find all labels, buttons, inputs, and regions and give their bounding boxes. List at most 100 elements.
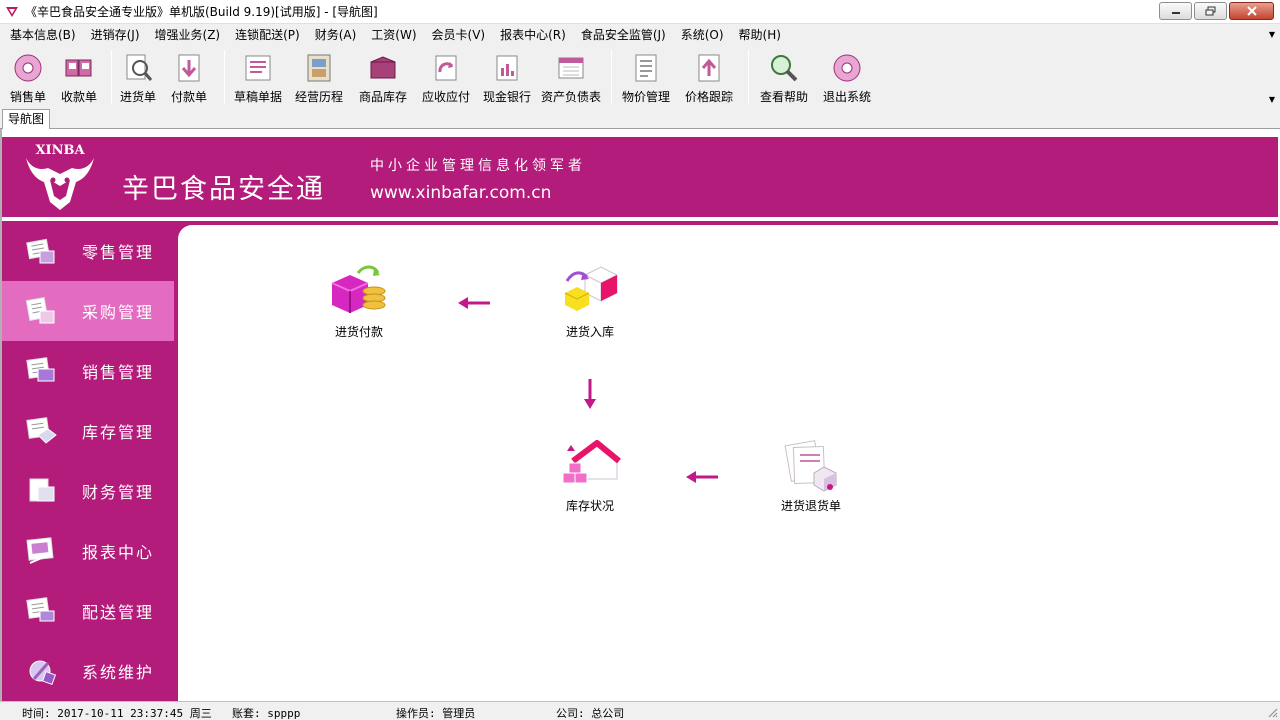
logo-text: XINBA (35, 143, 85, 158)
menu-enhanced-business[interactable]: 增强业务(Z) (149, 24, 227, 46)
sidebar-item-label: 财务管理 (82, 483, 155, 502)
sidebar-item-retail[interactable]: 零售管理 (2, 221, 174, 281)
status-account: 账套: spppp (232, 707, 301, 720)
menu-overflow-icon[interactable]: ▼ (1269, 30, 1275, 39)
retail-icon (26, 238, 55, 264)
flow-node-label: 进货付款 (334, 325, 383, 339)
disc-icon (14, 54, 42, 82)
flow-arrow-left-icon (458, 297, 490, 309)
navigation-content: XINBA 辛巴食品安全通 中小企业管理信息化领军者 www.xinbafar.… (0, 129, 1280, 701)
toolbar-price-management-button[interactable]: 物价管理 (617, 46, 675, 106)
module-sidebar: 零售管理 采购管理 销售管理 库存管理 财务管理 报表中心 配送管理 系统维护 (2, 221, 174, 701)
flow-canvas: 进货付款 进货入库 库存状况 进货退货单 (178, 225, 1278, 701)
flow-node-stock-in[interactable]: 进货入库 (545, 263, 635, 340)
purchase-icon (25, 297, 55, 324)
toolbar-price-tracking-button[interactable]: 价格跟踪 (675, 46, 743, 106)
website-url: www.xinbafar.com.cn (370, 183, 552, 203)
toolbar-stock-button[interactable]: 商品库存 (352, 46, 414, 106)
minimize-button[interactable] (1159, 2, 1192, 20)
toolbar-separator (224, 50, 225, 104)
restore-button[interactable] (1194, 2, 1227, 20)
menu-finance[interactable]: 财务(A) (309, 24, 363, 46)
toolbar-draft-button[interactable]: 草稿单据 (230, 46, 286, 106)
sidebar-item-sales[interactable]: 销售管理 (2, 341, 174, 401)
sidebar-item-label: 采购管理 (82, 303, 155, 322)
menu-salary[interactable]: 工资(W) (365, 24, 422, 46)
toolbar-label: 经营历程 (294, 90, 343, 104)
brand-name: 辛巴食品安全通 (122, 174, 325, 205)
help-magnifier-icon (771, 55, 798, 82)
bank-chart-icon (496, 55, 518, 81)
delivery-icon (26, 597, 55, 622)
toolbar-label: 查看帮助 (759, 90, 808, 104)
menu-report-center[interactable]: 报表中心(R) (494, 24, 572, 46)
status-operator: 操作员: 管理员 (396, 707, 476, 720)
menu-bar: 基本信息(B) 进销存(J) 增强业务(Z) 连锁配送(P) 财务(A) 工资(… (0, 24, 1280, 46)
menu-system[interactable]: 系统(O) (675, 24, 730, 46)
flow-node-purchase-payment[interactable]: 进货付款 (314, 263, 404, 340)
draft-doc-icon (245, 55, 271, 81)
report-icon (26, 537, 54, 564)
app-window: 《辛巴食品安全通专业版》单机版(Build 9.19)[试用版] - [导航图]… (0, 0, 1280, 720)
toolbar-label: 价格跟踪 (684, 90, 733, 104)
toolbar-label: 草稿单据 (233, 90, 282, 104)
toolbar-sales-order-button[interactable]: 销售单 (4, 46, 52, 106)
flow-panel: 进货付款 进货入库 库存状况 进货退货单 (174, 221, 1278, 701)
toolbar-business-history-button[interactable]: 经营历程 (286, 46, 352, 106)
status-company: 公司: 总公司 (556, 707, 625, 720)
sidebar-item-label: 配送管理 (82, 603, 155, 622)
menu-membership[interactable]: 会员卡(V) (426, 24, 492, 46)
toolbar-receivable-payable-button[interactable]: 应收应付 (414, 46, 478, 106)
toolbar-cash-bank-button[interactable]: 现金银行 (478, 46, 536, 106)
maintenance-icon (29, 660, 57, 686)
toolbar-separator (748, 50, 749, 104)
resize-grip-icon[interactable] (1266, 706, 1278, 718)
toolbar-separator (111, 50, 112, 104)
sidebar-item-finance[interactable]: 财务管理 (2, 461, 174, 521)
toolbar-payment-button[interactable]: 付款单 (159, 46, 219, 106)
sidebar-item-label: 系统维护 (82, 663, 155, 682)
magnifier-doc-icon (126, 54, 153, 81)
close-icon (1246, 6, 1257, 16)
sidebar-item-delivery[interactable]: 配送管理 (2, 581, 174, 641)
toolbar-receipt-button[interactable]: 收款单 (52, 46, 106, 106)
refresh-doc-icon (435, 55, 457, 81)
sidebar-item-report-center[interactable]: 报表中心 (2, 521, 174, 581)
toolbar: 销售单 收款单 进货单 付款单 草稿单据 经营历程 商品库存 应收应付 现金银行… (0, 46, 1280, 108)
sidebar-item-purchase[interactable]: 采购管理 (2, 281, 174, 341)
film-icon (307, 54, 331, 82)
toolbar-exit-button[interactable]: 退出系统 (814, 46, 880, 106)
menu-help[interactable]: 帮助(H) (733, 24, 787, 46)
flow-node-label: 库存状况 (565, 499, 614, 513)
sales-icon (26, 357, 55, 382)
close-button[interactable] (1229, 2, 1274, 20)
upload-doc-icon (698, 54, 720, 82)
toolbar-help-button[interactable]: 查看帮助 (754, 46, 814, 106)
sidebar-item-inventory[interactable]: 库存管理 (2, 401, 174, 461)
toolbar-label: 付款单 (170, 90, 207, 104)
menu-basic-info[interactable]: 基本信息(B) (4, 24, 82, 46)
title-bar: 《辛巴食品安全通专业版》单机版(Build 9.19)[试用版] - [导航图] (0, 0, 1280, 24)
download-doc-icon (178, 54, 200, 82)
toolbar-balance-sheet-button[interactable]: 资产负债表 (536, 46, 606, 106)
banner: XINBA 辛巴食品安全通 中小企业管理信息化领军者 www.xinbafar.… (2, 137, 1278, 217)
menu-chain-delivery[interactable]: 连锁配送(P) (229, 24, 306, 46)
toolbar-purchase-order-button[interactable]: 进货单 (117, 46, 159, 106)
menu-food-safety[interactable]: 食品安全监管(J) (575, 24, 672, 46)
xinba-bull-logo: XINBA (26, 143, 94, 210)
toolbar-overflow-icon[interactable]: ▼ (1269, 95, 1275, 104)
inventory-icon (26, 417, 57, 444)
toolbar-label: 销售单 (9, 90, 46, 104)
restore-icon (1205, 6, 1215, 16)
return-goods-icon (784, 440, 837, 492)
window-controls (1159, 2, 1274, 20)
flow-arrow-left-icon (686, 471, 718, 483)
sidebar-item-maintenance[interactable]: 系统维护 (2, 641, 174, 701)
status-time: 时间: 2017-10-11 23:37:45 周三 (22, 707, 212, 720)
finance-icon (29, 478, 55, 502)
flow-node-purchase-return[interactable]: 进货退货单 (766, 437, 856, 514)
menu-inventory-sales[interactable]: 进销存(J) (85, 24, 146, 46)
tab-navigation-map[interactable]: 导航图 (2, 109, 51, 129)
toolbar-separator (611, 50, 612, 104)
flow-node-stock-status[interactable]: 库存状况 (545, 437, 635, 514)
